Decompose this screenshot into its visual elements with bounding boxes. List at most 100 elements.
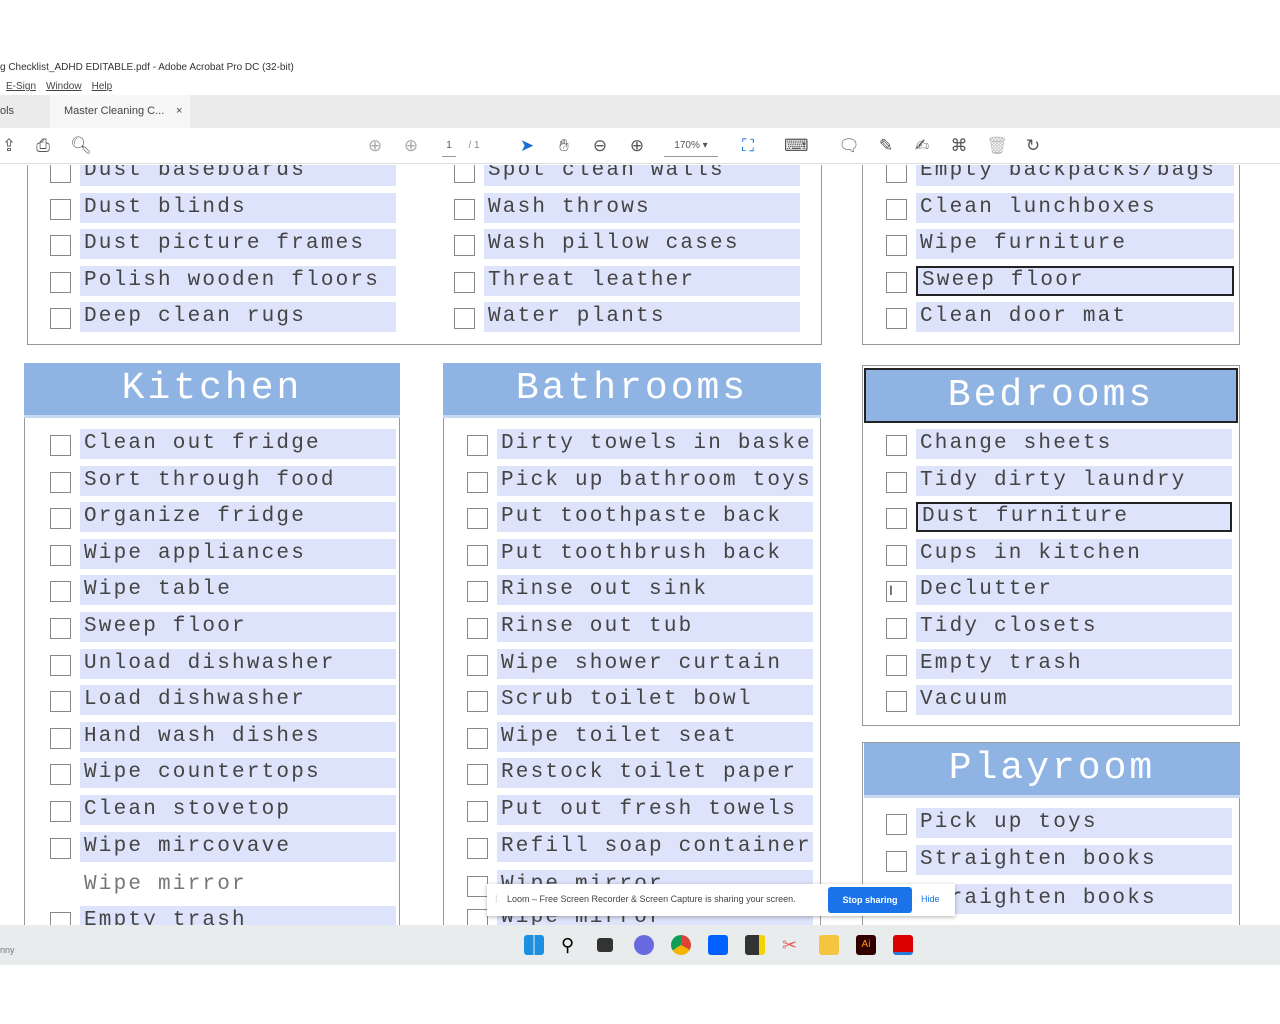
task-text-field[interactable]: Wash throws	[484, 192, 800, 223]
task-text-field[interactable]: Scrub toilet bowl	[497, 685, 813, 716]
task-text-field[interactable]: Tidy closets	[916, 612, 1232, 642]
chat-icon[interactable]	[634, 935, 654, 955]
dropbox-icon[interactable]	[708, 935, 728, 955]
task-text-field[interactable]: Declutter	[916, 575, 1232, 606]
checkbox[interactable]	[454, 271, 475, 293]
task-text-field[interactable]: Change sheets	[916, 429, 1232, 459]
task-text-field[interactable]: Unload dishwasher	[80, 648, 396, 679]
task-text-field[interactable]: Load dishwasher	[80, 685, 396, 716]
zoom-select[interactable]: 170% ▾	[664, 135, 718, 157]
task-text-field[interactable]: Dust blinds	[80, 192, 396, 223]
task-text-field[interactable]: Wipe shower curtain	[497, 648, 813, 679]
checkbox[interactable]	[467, 691, 488, 713]
task-text-field[interactable]: Wash pillow cases	[484, 229, 800, 260]
task-text-field[interactable]: Empty trash	[80, 906, 396, 925]
task-text-field[interactable]: Water plants	[484, 302, 800, 333]
task-text-field[interactable]: Wipe furniture	[916, 229, 1234, 260]
zoom-in-icon[interactable]: ⊕	[626, 135, 648, 157]
task-text-field[interactable]: Rinse out tub	[497, 612, 813, 642]
task-text-field[interactable]: Hand wash dishes	[80, 721, 396, 752]
task-text-field[interactable]: Pick up bathroom toys	[497, 465, 813, 496]
task-text-field[interactable]: Vacuum	[916, 685, 1232, 716]
checkbox[interactable]	[467, 837, 488, 859]
search-taskbar-icon[interactable]: ⚲	[561, 935, 581, 955]
checkbox[interactable]	[50, 471, 71, 493]
task-text-field[interactable]: Clean lunchboxes	[916, 192, 1234, 223]
task-text-field[interactable]: Dust baseboards	[80, 165, 396, 186]
delete-icon[interactable]: 🗑︎	[986, 135, 1008, 157]
task-text-field[interactable]: Sweep floor	[80, 612, 396, 642]
checkbox[interactable]	[467, 581, 488, 603]
checkbox[interactable]	[467, 508, 488, 530]
checkbox[interactable]	[467, 618, 488, 639]
checkbox[interactable]	[467, 435, 488, 456]
checkbox[interactable]	[886, 308, 907, 330]
checkbox[interactable]	[886, 165, 907, 183]
checkbox[interactable]	[886, 198, 907, 220]
upload-icon[interactable]: ⇪	[0, 135, 20, 157]
task-text-field[interactable]: Refill soap containers	[497, 831, 813, 862]
fit-page-icon[interactable]: ⛶	[737, 135, 759, 157]
checkbox[interactable]	[50, 235, 71, 257]
menu-window[interactable]: Window	[46, 81, 82, 92]
checkbox[interactable]	[467, 654, 488, 676]
task-text-field[interactable]: Rinse out sink	[497, 575, 813, 606]
task-text-field[interactable]: Threat leather	[484, 265, 800, 296]
task-view-icon[interactable]	[597, 938, 613, 952]
chrome-icon[interactable]	[671, 935, 691, 955]
task-text-field[interactable]: Dirty towels in basket	[497, 429, 813, 459]
checkbox[interactable]	[467, 908, 488, 925]
checkbox[interactable]	[886, 271, 907, 293]
snipping-tool-icon[interactable]: ✂	[782, 935, 802, 955]
task-text-field[interactable]: Wipe mirror	[80, 870, 396, 900]
checkbox[interactable]	[454, 165, 475, 183]
checkbox[interactable]	[50, 912, 71, 925]
task-text-field[interactable]: Tidy dirty laundry	[916, 465, 1232, 496]
checkbox[interactable]	[50, 801, 71, 822]
checkbox[interactable]	[886, 235, 907, 257]
task-text-field[interactable]: Clean stovetop	[80, 795, 396, 825]
checkbox[interactable]	[886, 471, 907, 493]
task-text-field[interactable]: Wipe table	[80, 575, 396, 606]
checkbox[interactable]	[50, 837, 71, 859]
task-text-field[interactable]: Clean door mat	[916, 302, 1234, 333]
acrobat-icon[interactable]	[893, 935, 913, 955]
checkbox[interactable]	[50, 308, 71, 330]
task-text-field[interactable]: Straighten books	[916, 844, 1232, 875]
task-text-field[interactable]: Restock toilet paper	[497, 758, 813, 789]
sticky-notes-icon[interactable]	[745, 935, 765, 955]
checkbox[interactable]	[454, 198, 475, 220]
comment-icon[interactable]: 🗨︎	[838, 135, 860, 157]
checkbox[interactable]	[467, 727, 488, 749]
task-text-field[interactable]: Deep clean rugs	[80, 302, 396, 333]
zoom-out-icon[interactable]: ⊖	[589, 135, 611, 157]
task-text-field[interactable]: Dust furniture	[916, 502, 1232, 533]
task-text-field[interactable]: Put out fresh towels	[497, 795, 813, 825]
highlight-icon[interactable]: ✎	[875, 135, 897, 157]
task-text-field[interactable]: Empty backpacks/bags	[916, 165, 1234, 186]
menu-esign[interactable]: E-Sign	[6, 81, 36, 92]
stop-sharing-button[interactable]: Stop sharing	[828, 887, 912, 913]
task-text-field[interactable]: Clean out fridge	[80, 429, 396, 459]
checkbox[interactable]	[50, 727, 71, 749]
checkbox[interactable]	[467, 801, 488, 822]
task-text-field[interactable]: Dust picture frames	[80, 229, 396, 260]
menu-help[interactable]: Help	[92, 81, 113, 92]
checkbox[interactable]	[886, 691, 907, 713]
sign-icon[interactable]: ✍︎	[911, 135, 933, 157]
checkbox[interactable]	[454, 308, 475, 330]
task-text-field[interactable]: Sort through food	[80, 465, 396, 496]
checkbox[interactable]	[467, 876, 488, 898]
select-tool-icon[interactable]: ➤	[516, 135, 538, 157]
checkbox[interactable]	[454, 235, 475, 257]
task-text-field[interactable]: Organize fridge	[80, 502, 396, 533]
checkbox[interactable]: I	[886, 581, 907, 603]
checkbox[interactable]	[467, 544, 488, 566]
task-text-field[interactable]: Polish wooden floors	[80, 265, 396, 296]
checkbox[interactable]	[50, 618, 71, 639]
checkbox[interactable]	[886, 544, 907, 566]
task-text-field[interactable]: Wipe toilet seat	[497, 721, 813, 752]
rotate-icon[interactable]: ↻	[1022, 135, 1044, 157]
stamp-icon[interactable]: ⌘	[948, 135, 970, 157]
tab-document[interactable]: Master Cleaning C... ×	[50, 95, 190, 128]
